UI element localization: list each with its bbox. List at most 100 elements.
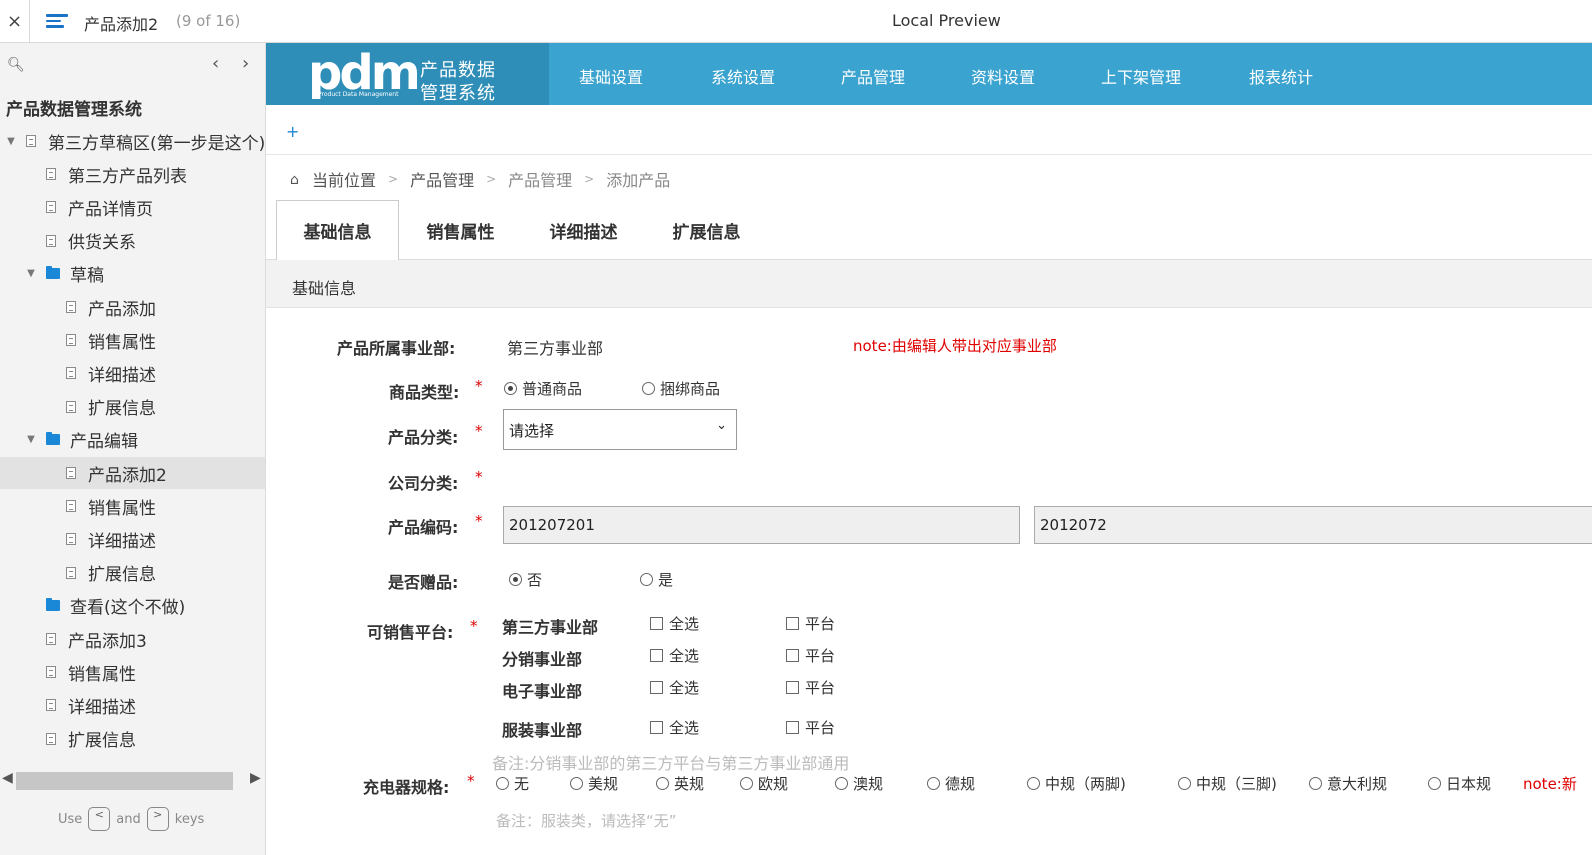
code-input-2[interactable]: 2012072 bbox=[1034, 506, 1592, 544]
tree-page[interactable]: ▼ 第三方草稿区(第一步是这个) bbox=[0, 125, 265, 157]
expand-caret-icon[interactable]: ▼ bbox=[24, 434, 38, 445]
checkbox-icon bbox=[786, 721, 799, 734]
key-hint-and: and bbox=[116, 811, 141, 827]
checkbox-icon bbox=[650, 649, 663, 662]
charger-option-radio[interactable]: 日本规 bbox=[1428, 773, 1491, 794]
platform-checkbox[interactable]: 平台 bbox=[786, 717, 835, 738]
charger-option-radio[interactable]: 欧规 bbox=[740, 773, 788, 794]
page-icon bbox=[66, 566, 76, 579]
section-title: 基础信息 bbox=[292, 279, 357, 298]
tree-page[interactable]: 扩展信息 bbox=[0, 723, 265, 755]
home-icon: ⌂ bbox=[290, 172, 299, 188]
radio-icon bbox=[1178, 777, 1191, 790]
charger-option-radio[interactable]: 中规（三脚) bbox=[1178, 773, 1277, 794]
nav-reports[interactable]: 报表统计 bbox=[1249, 64, 1313, 88]
breadcrumb-current: 当前位置 bbox=[312, 171, 377, 190]
dept-value: 第三方事业部 bbox=[507, 339, 604, 358]
platform-note: 备注:分销事业部的第三方平台与第三方事业部通用 bbox=[492, 754, 850, 773]
page-icon bbox=[66, 467, 76, 479]
checkbox-icon bbox=[650, 617, 663, 630]
keyboard-hint: Use < and > keys bbox=[58, 807, 204, 831]
platform-checkbox[interactable]: 平台 bbox=[786, 613, 835, 634]
tree-page[interactable]: 详细描述 bbox=[0, 689, 265, 721]
page-icon bbox=[66, 500, 76, 513]
nav-basic-settings[interactable]: 基础设置 bbox=[579, 64, 643, 88]
tree-folder[interactable]: ▼ 产品编辑 bbox=[0, 424, 265, 456]
charger-option-radio[interactable]: 美规 bbox=[570, 773, 618, 794]
expand-caret-icon[interactable]: ▼ bbox=[4, 136, 18, 147]
charger-label: 充电器规格: bbox=[363, 778, 450, 797]
tab-sales-attributes[interactable]: 销售属性 bbox=[399, 200, 522, 261]
nav-product-management[interactable]: 产品管理 bbox=[841, 64, 905, 88]
tree-page[interactable]: 销售属性 bbox=[0, 490, 265, 522]
search-icon[interactable]: 🔍︎ bbox=[7, 57, 25, 73]
platform-checkbox[interactable]: 平台 bbox=[786, 677, 835, 698]
nav-data-settings[interactable]: 资料设置 bbox=[971, 64, 1035, 88]
checkbox-icon bbox=[786, 617, 799, 630]
tree-page[interactable]: 产品添加3 bbox=[0, 623, 265, 655]
tab-detail-description[interactable]: 详细描述 bbox=[522, 200, 645, 261]
scroll-left-icon[interactable]: ◀ bbox=[2, 770, 13, 786]
option-label: 全选 bbox=[669, 615, 700, 633]
nav-system-settings[interactable]: 系统设置 bbox=[711, 64, 775, 88]
goods-type-normal-radio[interactable]: 普通商品 bbox=[504, 378, 582, 399]
close-icon[interactable]: × bbox=[0, 0, 30, 43]
chevron-down-icon: ⌄ bbox=[716, 418, 727, 433]
option-label: 捆绑商品 bbox=[660, 380, 721, 398]
charger-option-radio[interactable]: 德规 bbox=[927, 773, 975, 794]
platform-checkbox[interactable]: 平台 bbox=[786, 645, 835, 666]
checkbox-icon bbox=[650, 681, 663, 694]
breadcrumb-item[interactable]: 产品管理 bbox=[410, 167, 474, 191]
charger-option-radio[interactable]: 中规（两脚) bbox=[1027, 773, 1126, 794]
next-page-button[interactable]: › bbox=[242, 53, 249, 74]
page-icon bbox=[46, 633, 56, 645]
scroll-right-icon[interactable]: ▶ bbox=[250, 770, 261, 786]
code-input-1[interactable]: 201207201 bbox=[503, 506, 1020, 544]
hamburger-menu-icon[interactable] bbox=[46, 11, 68, 31]
tree-page[interactable]: 销售属性 bbox=[0, 656, 265, 688]
select-all-checkbox[interactable]: 全选 bbox=[650, 677, 699, 698]
prev-page-button[interactable]: ‹ bbox=[212, 53, 219, 74]
sidebar-horizontal-scrollbar[interactable]: ◀ ▶ bbox=[0, 770, 265, 790]
tree-page[interactable]: 详细描述 bbox=[0, 523, 265, 555]
nav-listing-management[interactable]: 上下架管理 bbox=[1101, 64, 1181, 88]
tree-folder[interactable]: ▼ 草稿 bbox=[0, 258, 265, 290]
gift-yes-radio[interactable]: 是 bbox=[640, 569, 673, 590]
add-tab-button[interactable]: + bbox=[286, 122, 299, 141]
tab-extended-info[interactable]: 扩展信息 bbox=[645, 200, 768, 261]
category-select[interactable]: 请选择 ⌄ bbox=[503, 409, 737, 450]
tree-page[interactable]: 销售属性 bbox=[0, 324, 265, 356]
tree-page[interactable]: 产品详情页 bbox=[0, 191, 265, 223]
select-all-checkbox[interactable]: 全选 bbox=[650, 717, 699, 738]
tree-page[interactable]: 扩展信息 bbox=[0, 557, 265, 589]
goods-type-bundle-radio[interactable]: 捆绑商品 bbox=[642, 378, 720, 399]
charger-option-radio[interactable]: 澳规 bbox=[835, 773, 883, 794]
option-label: 中规（两脚) bbox=[1045, 775, 1126, 793]
tree-page[interactable]: 产品添加 bbox=[0, 291, 265, 323]
gift-no-radio[interactable]: 否 bbox=[509, 569, 542, 590]
tree-folder[interactable]: 查看(这个不做) bbox=[0, 590, 265, 622]
charger-option-radio[interactable]: 无 bbox=[496, 773, 529, 794]
charger-option-radio[interactable]: 英规 bbox=[656, 773, 704, 794]
tree-page[interactable]: 详细描述 bbox=[0, 357, 265, 389]
select-all-checkbox[interactable]: 全选 bbox=[650, 645, 699, 666]
tree-item-label: 第三方产品列表 bbox=[68, 166, 187, 187]
tree-item-label: 草稿 bbox=[70, 266, 104, 287]
expand-caret-icon[interactable]: ▼ bbox=[24, 268, 38, 279]
option-label: 平台 bbox=[805, 719, 836, 737]
tree-page[interactable]: 产品添加2 bbox=[0, 457, 265, 489]
option-label: 欧规 bbox=[758, 775, 789, 793]
tree-page[interactable]: 第三方产品列表 bbox=[0, 158, 265, 190]
tab-basic-info[interactable]: 基础信息 bbox=[276, 200, 399, 261]
option-label: 中规（三脚) bbox=[1196, 775, 1277, 793]
charger-option-radio[interactable]: 意大利规 bbox=[1309, 773, 1387, 794]
scrollbar-thumb[interactable] bbox=[16, 772, 233, 790]
logo-subtitle: Product Data Management bbox=[318, 91, 399, 98]
folder-icon bbox=[46, 432, 60, 446]
select-all-checkbox[interactable]: 全选 bbox=[650, 613, 699, 634]
tree-page[interactable]: 供货关系 bbox=[0, 225, 265, 257]
code-label: 产品编码: bbox=[388, 518, 459, 537]
tree-page[interactable]: 扩展信息 bbox=[0, 391, 265, 423]
breadcrumb-item[interactable]: 产品管理 bbox=[508, 167, 572, 191]
pdm-logo[interactable]: pdm Product Data Management 产品数据 管理系统 bbox=[266, 43, 549, 105]
